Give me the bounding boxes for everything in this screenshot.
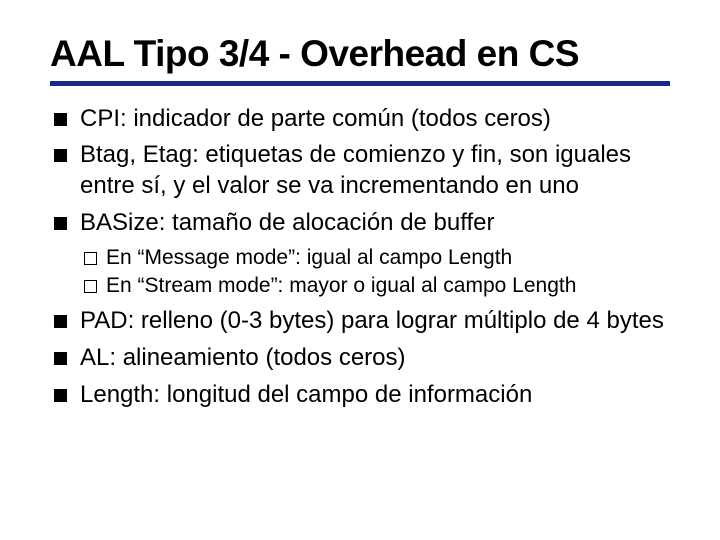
bullet-text: Btag, Etag: etiquetas de comienzo y fin,…	[80, 141, 631, 199]
list-item: Btag, Etag: etiquetas de comienzo y fin,…	[76, 140, 670, 201]
list-item: En “Stream mode”: mayor o igual al campo…	[104, 273, 670, 300]
page-title: AAL Tipo 3/4 - Overhead en CS	[50, 34, 670, 86]
bullet-list: CPI: indicador de parte común (todos cer…	[50, 104, 670, 411]
list-item: AL: alineamiento (todos ceros)	[76, 343, 670, 374]
list-item: CPI: indicador de parte común (todos cer…	[76, 104, 670, 135]
bullet-text: BASize: tamaño de alocación de buffer	[80, 209, 495, 236]
bullet-text: En “Stream mode”: mayor o igual al campo…	[106, 274, 576, 297]
bullet-text: AL: alineamiento (todos ceros)	[80, 344, 406, 371]
bullet-text: PAD: relleno (0-3 bytes) para lograr múl…	[80, 307, 664, 334]
bullet-text: CPI: indicador de parte común (todos cer…	[80, 105, 551, 132]
bullet-text: Length: longitud del campo de informació…	[80, 381, 532, 408]
slide: AAL Tipo 3/4 - Overhead en CS CPI: indic…	[0, 0, 720, 436]
list-item: En “Message mode”: igual al campo Length	[104, 245, 670, 272]
sub-bullet-list: En “Message mode”: igual al campo Length…	[80, 245, 670, 301]
bullet-text: En “Message mode”: igual al campo Length	[106, 246, 512, 269]
list-item: Length: longitud del campo de informació…	[76, 380, 670, 411]
list-item: PAD: relleno (0-3 bytes) para lograr múl…	[76, 306, 670, 337]
list-item: BASize: tamaño de alocación de buffer En…	[76, 208, 670, 300]
